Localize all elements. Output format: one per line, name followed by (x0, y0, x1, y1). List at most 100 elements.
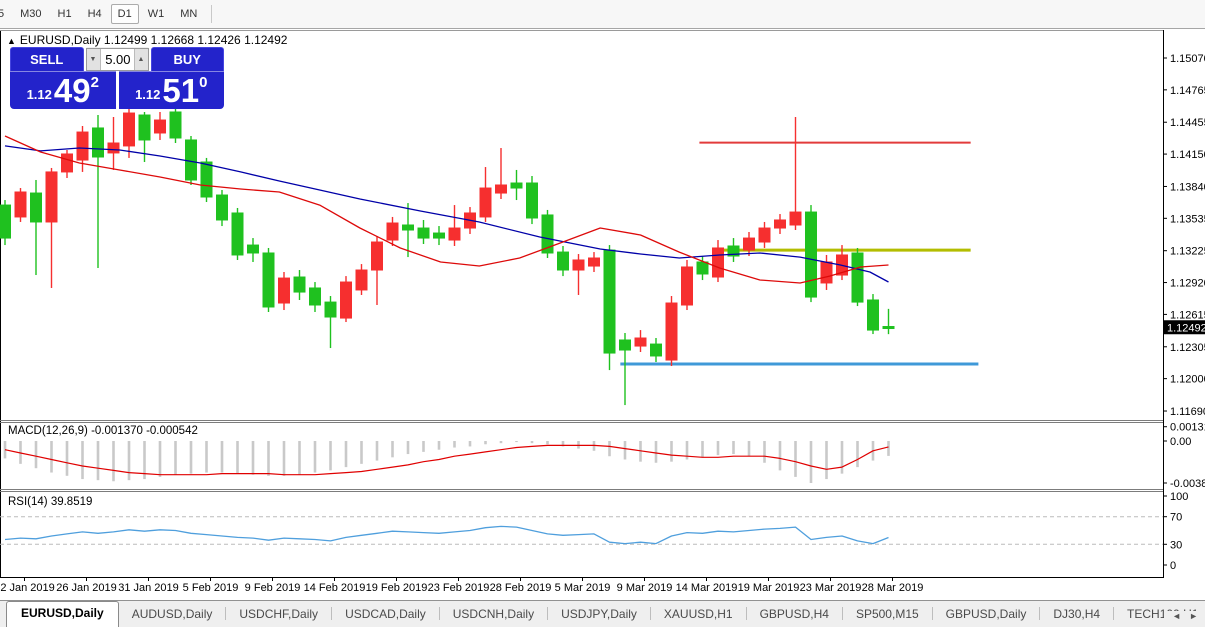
chart-tab-sp500-m15[interactable]: SP500,M15 (843, 603, 932, 627)
price-axis-label: 1.12000 (1170, 374, 1205, 386)
toolbar-separator (211, 5, 213, 23)
candle-body (774, 219, 786, 229)
candle-body (619, 339, 631, 351)
timeframe-button-mn[interactable]: MN (173, 4, 204, 24)
collapse-panel-icon[interactable]: ▲ (7, 36, 16, 46)
date-axis-label: 19 Feb 2019 (366, 582, 428, 594)
candle-body (309, 287, 321, 306)
price-axis-label: 1.13840 (1170, 181, 1205, 193)
ask-price[interactable]: 1.12 51 0 (118, 71, 224, 109)
candle-body (634, 337, 647, 347)
candle-body (107, 142, 120, 154)
timeframe-button-m30[interactable]: M30 (13, 4, 48, 24)
rsi-axis-label: 0 (1170, 560, 1176, 572)
current-price-tag-text: 1.12492 (1167, 322, 1205, 334)
macd-axis-label: 0.001313 (1170, 422, 1205, 434)
bid-price[interactable]: 1.12 49 2 (10, 71, 116, 109)
candle-body (448, 227, 461, 241)
macd-axis-label: -0.00386 (1170, 478, 1205, 490)
candle-body (61, 153, 73, 173)
candle-body (433, 232, 445, 239)
candle-body (154, 119, 166, 134)
price-axis-label: 1.12615 (1170, 309, 1205, 321)
rsi-axis-label: 30 (1170, 539, 1182, 551)
timeframe-button-d1[interactable]: D1 (110, 4, 139, 24)
candle-body (479, 187, 492, 218)
timeframe-button-h4[interactable]: H4 (81, 4, 109, 24)
candle-body (185, 139, 197, 181)
ma-fast-line (4, 135, 889, 284)
candle-body (231, 212, 244, 256)
date-axis-label: 5 Feb 2019 (183, 582, 239, 594)
price-axis-label: 1.14765 (1170, 85, 1205, 97)
tab-scroll-left-icon[interactable]: ◄ (1168, 611, 1185, 621)
timeframe-button-h1[interactable]: H1 (51, 4, 79, 24)
volume-increase-icon[interactable]: ▲ (133, 48, 148, 70)
chart-tab-usdjpy-daily[interactable]: USDJPY,Daily (548, 603, 650, 627)
candle-body (14, 191, 27, 218)
chart-title: ▲ EURUSD,Daily 1.12499 1.12668 1.12426 1.… (7, 33, 287, 47)
chart-tab-usdcnh-daily[interactable]: USDCNH,Daily (440, 603, 547, 627)
timeframe-toolbar: 5 M30 H1 H4 D1 W1 MN (0, 0, 1205, 29)
chart-tab-usdcad-daily[interactable]: USDCAD,Daily (332, 603, 439, 627)
timeframe-button-w1[interactable]: W1 (141, 4, 172, 24)
volume-decrease-icon[interactable]: ▼ (86, 48, 101, 70)
date-axis-label: 28 Mar 2019 (862, 582, 924, 594)
candle-body (45, 171, 58, 223)
candle-body (603, 249, 616, 354)
candle-body (76, 131, 89, 161)
price-axis-label: 1.13535 (1170, 213, 1205, 225)
date-axis-label: 28 Feb 2019 (490, 582, 552, 594)
candle-body (371, 241, 383, 271)
chart-tab-audusd-daily[interactable]: AUDUSD,Daily (119, 603, 226, 627)
rsi-indicator-label: RSI(14) 39.8519 (8, 496, 93, 508)
bid-price-pip: 2 (90, 74, 99, 91)
candle-body (572, 259, 585, 271)
candle-body (355, 269, 368, 291)
date-axis-label: 23 Feb 2019 (428, 582, 490, 594)
price-axis-label: 1.12920 (1170, 278, 1205, 290)
tab-scroll-right-icon[interactable]: ► (1185, 611, 1202, 621)
rsi-line (4, 525, 889, 545)
date-axis-label: 9 Feb 2019 (245, 582, 301, 594)
candle-body (758, 227, 771, 243)
ask-price-pip: 0 (199, 74, 208, 91)
candle-body (510, 182, 523, 189)
candle-body (851, 252, 864, 303)
timeframe-button-5[interactable]: 5 (0, 4, 11, 24)
chart-canvas[interactable]: 1.15070 1.14765 1.14455 1.14150 1.13840 1.135… (0, 30, 1205, 600)
macd-signal-line (4, 444, 889, 476)
candle-body (867, 299, 879, 331)
chart-tab-eurusd-daily[interactable]: EURUSD,Daily (6, 601, 119, 627)
chart-tab-gbpusd-daily[interactable]: GBPUSD,Daily (933, 603, 1040, 627)
volume-spinner: ▼ 5.00 ▲ (85, 47, 149, 71)
rsi-axis-label: 100 (1170, 491, 1188, 503)
date-axis-label: 26 Jan 2019 (56, 582, 117, 594)
volume-input[interactable]: 5.00 (101, 49, 134, 70)
candle-body (123, 112, 135, 147)
candle-body (30, 192, 42, 223)
candle-body (92, 127, 104, 158)
candle-body (882, 326, 895, 330)
candle-body (216, 194, 228, 221)
buy-button[interactable]: BUY (150, 47, 224, 71)
date-axis-label: 19 Mar 2019 (738, 582, 800, 594)
chart-tab-usdchf-daily[interactable]: USDCHF,Daily (226, 603, 331, 627)
candle-body (665, 302, 678, 361)
rsi-axis-label: 70 (1170, 512, 1182, 524)
tab-scroll-controls: ◄ ► (1164, 611, 1202, 621)
sell-button[interactable]: SELL (10, 47, 84, 71)
date-axis-label: 5 Mar 2019 (555, 582, 611, 594)
chart-tab-gbpusd-h4[interactable]: GBPUSD,H4 (747, 603, 842, 627)
chart-tab-dj30-h4[interactable]: DJ30,H4 (1040, 603, 1113, 627)
candle-body (402, 224, 414, 231)
price-axis-label: 1.14150 (1170, 149, 1205, 161)
candle-body (696, 261, 709, 275)
candle-body (588, 257, 600, 267)
chart-tab-xauusd-h1[interactable]: XAUUSD,H1 (651, 603, 746, 627)
price-axis-label: 1.12305 (1170, 342, 1205, 354)
candle-body (386, 222, 399, 241)
candle-body (712, 247, 724, 278)
price-axis-label: 1.14455 (1170, 117, 1205, 129)
candle-body (340, 281, 352, 319)
